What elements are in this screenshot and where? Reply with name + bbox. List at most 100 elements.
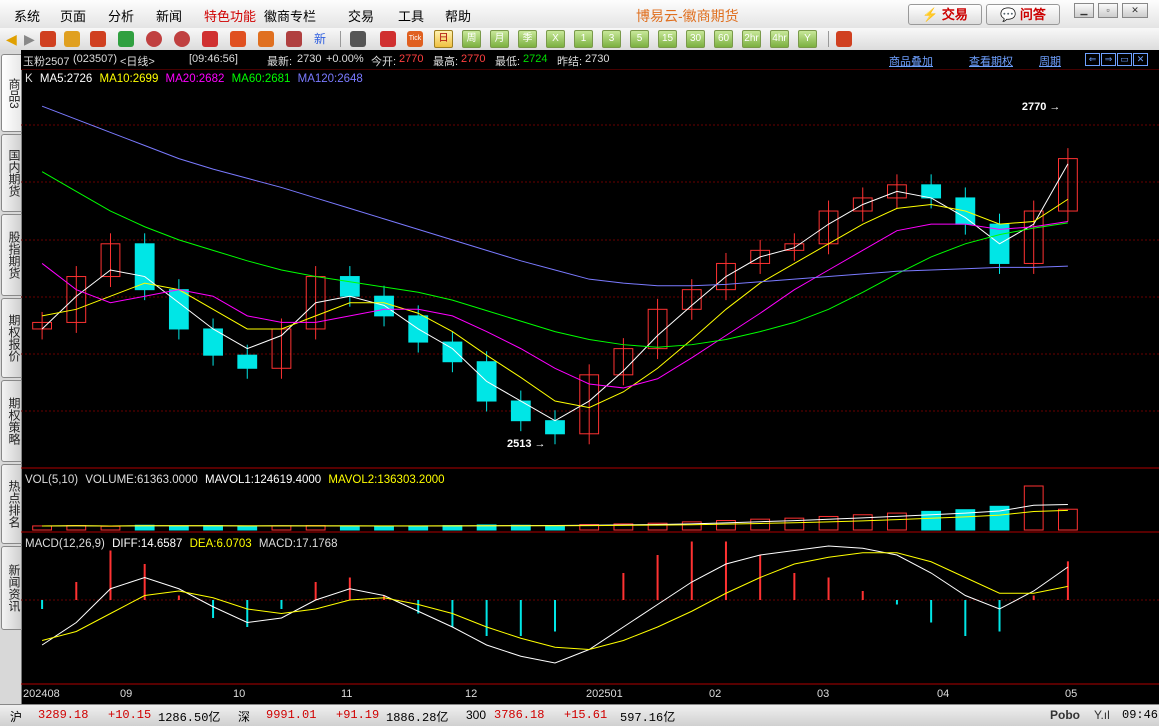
table-icon[interactable] — [350, 31, 366, 47]
kline-chart[interactable]: 2770 → 2513 → 202408 09 10 11 12 202501 02 03 04 0… — [21, 70, 1159, 704]
side-tab-2[interactable]: 股指期货 — [1, 214, 22, 296]
c300-change: +15.61 — [564, 708, 608, 722]
c300-index: 3786.18 — [494, 708, 545, 722]
open-label: 今开: — [371, 56, 397, 68]
period-button-0[interactable]: 日 — [434, 30, 453, 48]
minimize-icon[interactable]: ▁ — [1074, 3, 1094, 18]
menu-item-4[interactable]: 特色功能 — [204, 6, 256, 25]
side-tab-4[interactable]: 期权策略 — [1, 380, 22, 462]
signal-icon: Y.ıl — [1094, 708, 1110, 722]
candle-body — [545, 420, 565, 435]
back-arrow-icon[interactable]: ◀ — [6, 31, 22, 47]
volume-bar — [374, 525, 394, 531]
period-button-7[interactable]: 5 — [630, 30, 649, 48]
period-button-8[interactable]: 15 — [658, 30, 677, 48]
period-button-10[interactable]: 60 — [714, 30, 733, 48]
menu-item-7[interactable]: 工具 — [398, 6, 424, 25]
lightning-icon: ⚡ — [922, 7, 939, 22]
folder-icon[interactable] — [64, 31, 80, 47]
volume-bar — [1023, 485, 1044, 531]
x-tick-label: 05 — [1065, 688, 1077, 700]
side-tab-6[interactable]: 新闻资讯 — [1, 546, 22, 630]
forward-arrow-icon[interactable]: ▶ — [24, 31, 40, 47]
period-button-9[interactable]: 30 — [686, 30, 705, 48]
menu-item-0[interactable]: 系统 — [14, 6, 40, 25]
bell-icon[interactable] — [258, 31, 274, 47]
layout-icon[interactable] — [836, 31, 852, 47]
next-icon[interactable]: ⇒ — [1101, 53, 1116, 66]
period-button-6[interactable]: 3 — [602, 30, 621, 48]
c300-amount: 597.16亿 — [620, 711, 676, 725]
side-tab-1[interactable]: 国内期货 — [1, 134, 22, 212]
news-new-icon[interactable]: 新 — [314, 31, 330, 47]
separator — [828, 31, 829, 47]
x-tick-label: 04 — [937, 688, 949, 700]
zoom-in-icon[interactable] — [146, 31, 162, 47]
quote-time: [09:46:56] — [189, 53, 238, 65]
chart-icon[interactable] — [380, 31, 396, 47]
sh-index: 3289.18 — [38, 708, 89, 722]
period-button-12[interactable]: 4hr — [770, 30, 789, 48]
windows-icon[interactable] — [202, 31, 218, 47]
x-tick-label: 03 — [817, 688, 829, 700]
side-tab-3[interactable]: 期权报价 — [1, 298, 22, 378]
home-icon[interactable] — [40, 31, 56, 47]
volume-bar — [168, 525, 189, 531]
max-price-label: 2770 → — [1022, 101, 1061, 113]
menu-item-8[interactable]: 帮助 — [445, 6, 471, 25]
sh-change: +10.15 — [108, 708, 152, 722]
period-button-5[interactable]: 1 — [574, 30, 593, 48]
high-label: 最高: — [433, 56, 459, 68]
period-button-3[interactable]: 季 — [518, 30, 537, 48]
chat-icon: 💬 — [1000, 7, 1017, 22]
x-tick-label: 10 — [233, 688, 245, 700]
app-title: 博易云-徽商期货 — [636, 8, 739, 24]
zoom-out-icon[interactable] — [174, 31, 190, 47]
side-tab-0[interactable]: 商品3 — [1, 54, 22, 132]
maximize-icon[interactable]: ▫ — [1098, 3, 1118, 18]
open-value: 2770 — [399, 53, 424, 65]
change-pct: +0.00% — [326, 53, 364, 65]
ma120-line — [41, 105, 1068, 287]
refresh-icon[interactable] — [118, 31, 134, 47]
options-link[interactable]: 查看期权 — [969, 53, 1013, 69]
trade-button[interactable]: ⚡ 交易 — [908, 4, 982, 25]
menu-item-3[interactable]: 新闻 — [156, 6, 182, 25]
menu-item-2[interactable]: 分析 — [108, 6, 134, 25]
period-button-13[interactable]: Y — [798, 30, 817, 48]
grid-icon[interactable] — [90, 31, 106, 47]
window-icon[interactable]: ▭ — [1117, 53, 1132, 66]
menu-item-6[interactable]: 交易 — [348, 6, 374, 25]
overlay-link[interactable]: 商品叠加 — [889, 53, 933, 69]
filter-icon[interactable] — [286, 31, 302, 47]
period-button-11[interactable]: 2hr — [742, 30, 761, 48]
close-chart-icon[interactable]: ✕ — [1133, 53, 1148, 66]
tick-icon[interactable]: Tick — [407, 31, 423, 47]
high-value: 2770 — [461, 53, 486, 65]
x-tick-label: 02 — [709, 688, 721, 700]
period-button-1[interactable]: 周 — [462, 30, 481, 48]
clock: 09:46 — [1122, 708, 1159, 722]
close-icon[interactable]: ✕ — [1122, 3, 1148, 18]
sh-label: 沪 — [10, 710, 23, 724]
mavol1-line — [42, 504, 1068, 527]
latest-value: 2730 — [297, 53, 322, 65]
annotations: 2770 → 2513 → — [507, 101, 1060, 450]
pen-icon[interactable] — [230, 31, 246, 47]
status-bar: 沪 3289.18 +10.15 1286.50亿 深 9991.01 +91.… — [0, 704, 1159, 726]
period-button-2[interactable]: 月 — [490, 30, 509, 48]
volume-bar — [271, 525, 292, 531]
menu-item-1[interactable]: 页面 — [60, 6, 86, 25]
separator — [340, 31, 341, 47]
grid-lines — [21, 124, 1159, 685]
volume-bar — [716, 520, 736, 531]
period-link[interactable]: 周期 — [1039, 53, 1061, 69]
qa-button[interactable]: 💬 问答 — [986, 4, 1060, 25]
side-tab-5[interactable]: 热点排名 — [1, 464, 22, 544]
period-button-4[interactable]: X — [546, 30, 565, 48]
prev-icon[interactable]: ⇐ — [1085, 53, 1100, 66]
prev-close-label: 昨结: — [557, 56, 583, 68]
sz-label: 深 — [238, 710, 251, 724]
menu-item-5[interactable]: 徽商专栏 — [264, 6, 316, 25]
sz-amount: 1886.28亿 — [386, 711, 449, 725]
